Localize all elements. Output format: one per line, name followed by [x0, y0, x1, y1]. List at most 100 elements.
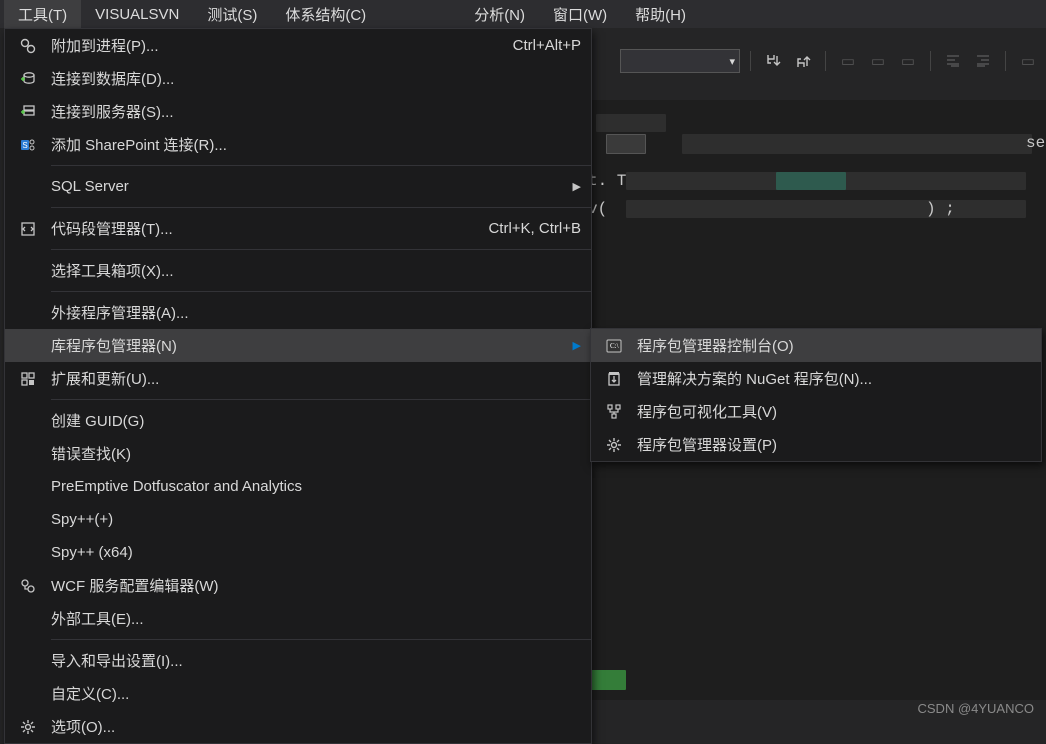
menu-item-label: 选择工具箱项(X)... [51, 260, 581, 281]
menu-item-label: 程序包可视化工具(V) [637, 401, 1031, 422]
menu-item-label: 程序包管理器设置(P) [637, 434, 1031, 455]
extensions-icon [5, 370, 51, 388]
indent-right-icon [971, 49, 995, 73]
menu-item-label: 外接程序管理器(A)... [51, 302, 581, 323]
menu-item[interactable]: Spy++ (x64) [5, 536, 591, 569]
gear-icon [5, 718, 51, 736]
svg-text:C:\: C:\ [610, 342, 619, 350]
menu-item-label: 导入和导出设置(I)... [51, 650, 581, 671]
menu-item[interactable]: 自定义(C)... [5, 677, 591, 710]
dim-icon-2: ▭ [866, 49, 890, 73]
process-icon [5, 37, 51, 55]
menu-item-label: Spy++ (x64) [51, 544, 581, 561]
menu-separator [51, 165, 591, 166]
menu-item-label: WCF 服务配置编辑器(W) [51, 575, 581, 596]
menu-item[interactable]: 外部工具(E)... [5, 602, 591, 635]
menu-item-label: Spy++(+) [51, 511, 581, 528]
menu-item[interactable]: S添加 SharePoint 连接(R)... [5, 128, 591, 161]
menu-item-label: 连接到数据库(D)... [51, 68, 581, 89]
menubar-item[interactable]: 分析(N) [460, 0, 539, 28]
menu-item[interactable]: 选择工具箱项(X)... [5, 254, 591, 287]
menu-item-label: 创建 GUID(G) [51, 410, 581, 431]
menubar-item[interactable]: 窗口(W) [539, 0, 621, 28]
tools-menu-dropdown: 附加到进程(P)...Ctrl+Alt+P 连接到数据库(D)... 连接到服务器(… [4, 28, 592, 744]
menu-item-label: 选项(O)... [51, 716, 581, 737]
menu-item-label: SQL Server [51, 178, 561, 195]
chevron-right-icon: ▶ [561, 339, 581, 352]
menu-item-label: 扩展和更新(U)... [51, 368, 581, 389]
menubar-item[interactable]: 工具(T) [4, 0, 81, 28]
menu-item[interactable]: SQL Server▶ [5, 170, 591, 203]
menu-item[interactable]: 选项(O)... [5, 710, 591, 743]
menu-item-shortcut: Ctrl+Alt+P [493, 37, 581, 54]
arrow-down-branch-icon[interactable] [761, 49, 785, 73]
menu-item[interactable]: WCF 服务配置编辑器(W) [5, 569, 591, 602]
menu-item-label: 自定义(C)... [51, 683, 581, 704]
menu-item[interactable]: C:\ 程序包管理器控制台(O) [591, 329, 1041, 362]
toolbar: ▾ ▭ ▭ ▭ ▭ [566, 44, 1046, 78]
menu-item-label: 代码段管理器(T)... [51, 218, 468, 239]
menubar: 工具(T)VISUALSVN测试(S)体系结构(C) 分析(N)窗口(W)帮助(H… [0, 0, 1046, 28]
menu-item[interactable]: 导入和导出设置(I)... [5, 644, 591, 677]
menu-item[interactable]: 代码段管理器(T)...Ctrl+K, Ctrl+B [5, 212, 591, 245]
separator [1005, 51, 1006, 71]
menu-item[interactable]: 创建 GUID(G) [5, 404, 591, 437]
menu-item[interactable]: 管理解决方案的 NuGet 程序包(N)... [591, 362, 1041, 395]
sharepoint-icon: S [5, 136, 51, 154]
menu-item-label: 添加 SharePoint 连接(R)... [51, 134, 581, 155]
db-connect-icon [5, 70, 51, 88]
menu-item[interactable]: 程序包管理器设置(P) [591, 428, 1041, 461]
menu-item[interactable]: 库程序包管理器(N)▶ [5, 329, 591, 362]
menu-item[interactable]: 错误查找(K) [5, 437, 591, 470]
menu-item[interactable]: 程序包可视化工具(V) [591, 395, 1041, 428]
menu-separator [51, 249, 591, 250]
menubar-item[interactable]: 体系结构(C) [271, 0, 380, 28]
gear-icon [591, 436, 637, 454]
menu-item-label: 附加到进程(P)... [51, 35, 493, 56]
menu-separator [51, 639, 591, 640]
code-text: t. T [588, 172, 626, 190]
menu-item[interactable]: 附加到进程(P)...Ctrl+Alt+P [5, 29, 591, 62]
code-text: ) ; [926, 200, 955, 218]
nuget-submenu: C:\ 程序包管理器控制台(O) 管理解决方案的 NuGet 程序包(N)... 程序… [590, 328, 1042, 462]
menu-item-label: 管理解决方案的 NuGet 程序包(N)... [637, 368, 1031, 389]
menu-item-label: 外部工具(E)... [51, 608, 581, 629]
menubar-item[interactable]: 测试(S) [193, 0, 271, 28]
toolbar-dropdown[interactable]: ▾ [620, 49, 740, 73]
menu-separator [51, 399, 591, 400]
menubar-item[interactable]: 帮助(H) [621, 0, 700, 28]
menu-separator [51, 291, 591, 292]
dim-icon-3: ▭ [896, 49, 920, 73]
menu-item-label: 库程序包管理器(N) [51, 335, 561, 356]
menu-item-label: PreEmptive Dotfuscator and Analytics [51, 478, 581, 495]
menu-separator [51, 207, 591, 208]
separator [825, 51, 826, 71]
menubar-item[interactable] [380, 0, 460, 28]
menu-item-label: 程序包管理器控制台(O) [637, 335, 1031, 356]
menubar-item[interactable]: VISUALSVN [81, 0, 193, 28]
menu-item[interactable]: 连接到数据库(D)... [5, 62, 591, 95]
console-icon: C:\ [591, 337, 637, 355]
dim-icon-1: ▭ [836, 49, 860, 73]
chevron-down-icon: ▾ [729, 55, 735, 68]
menu-item-label: 错误查找(K) [51, 443, 581, 464]
snippet-icon [5, 220, 51, 238]
arrow-up-branch-icon[interactable] [791, 49, 815, 73]
menu-item[interactable]: 连接到服务器(S)... [5, 95, 591, 128]
visualize-icon [591, 403, 637, 421]
separator [930, 51, 931, 71]
code-text: se [1026, 134, 1045, 152]
dim-icon-4: ▭ [1016, 49, 1040, 73]
wcf-icon [5, 577, 51, 595]
menu-item[interactable]: Spy++(+) [5, 503, 591, 536]
menu-item[interactable]: 扩展和更新(U)... [5, 362, 591, 395]
watermark: CSDN @4YUANCO [918, 701, 1035, 716]
menu-item-label: 连接到服务器(S)... [51, 101, 581, 122]
menu-item[interactable]: PreEmptive Dotfuscator and Analytics [5, 470, 591, 503]
package-icon [591, 370, 637, 388]
server-connect-icon [5, 103, 51, 121]
indent-left-icon [941, 49, 965, 73]
separator [750, 51, 751, 71]
menu-item[interactable]: 外接程序管理器(A)... [5, 296, 591, 329]
menu-item-shortcut: Ctrl+K, Ctrl+B [468, 220, 581, 237]
